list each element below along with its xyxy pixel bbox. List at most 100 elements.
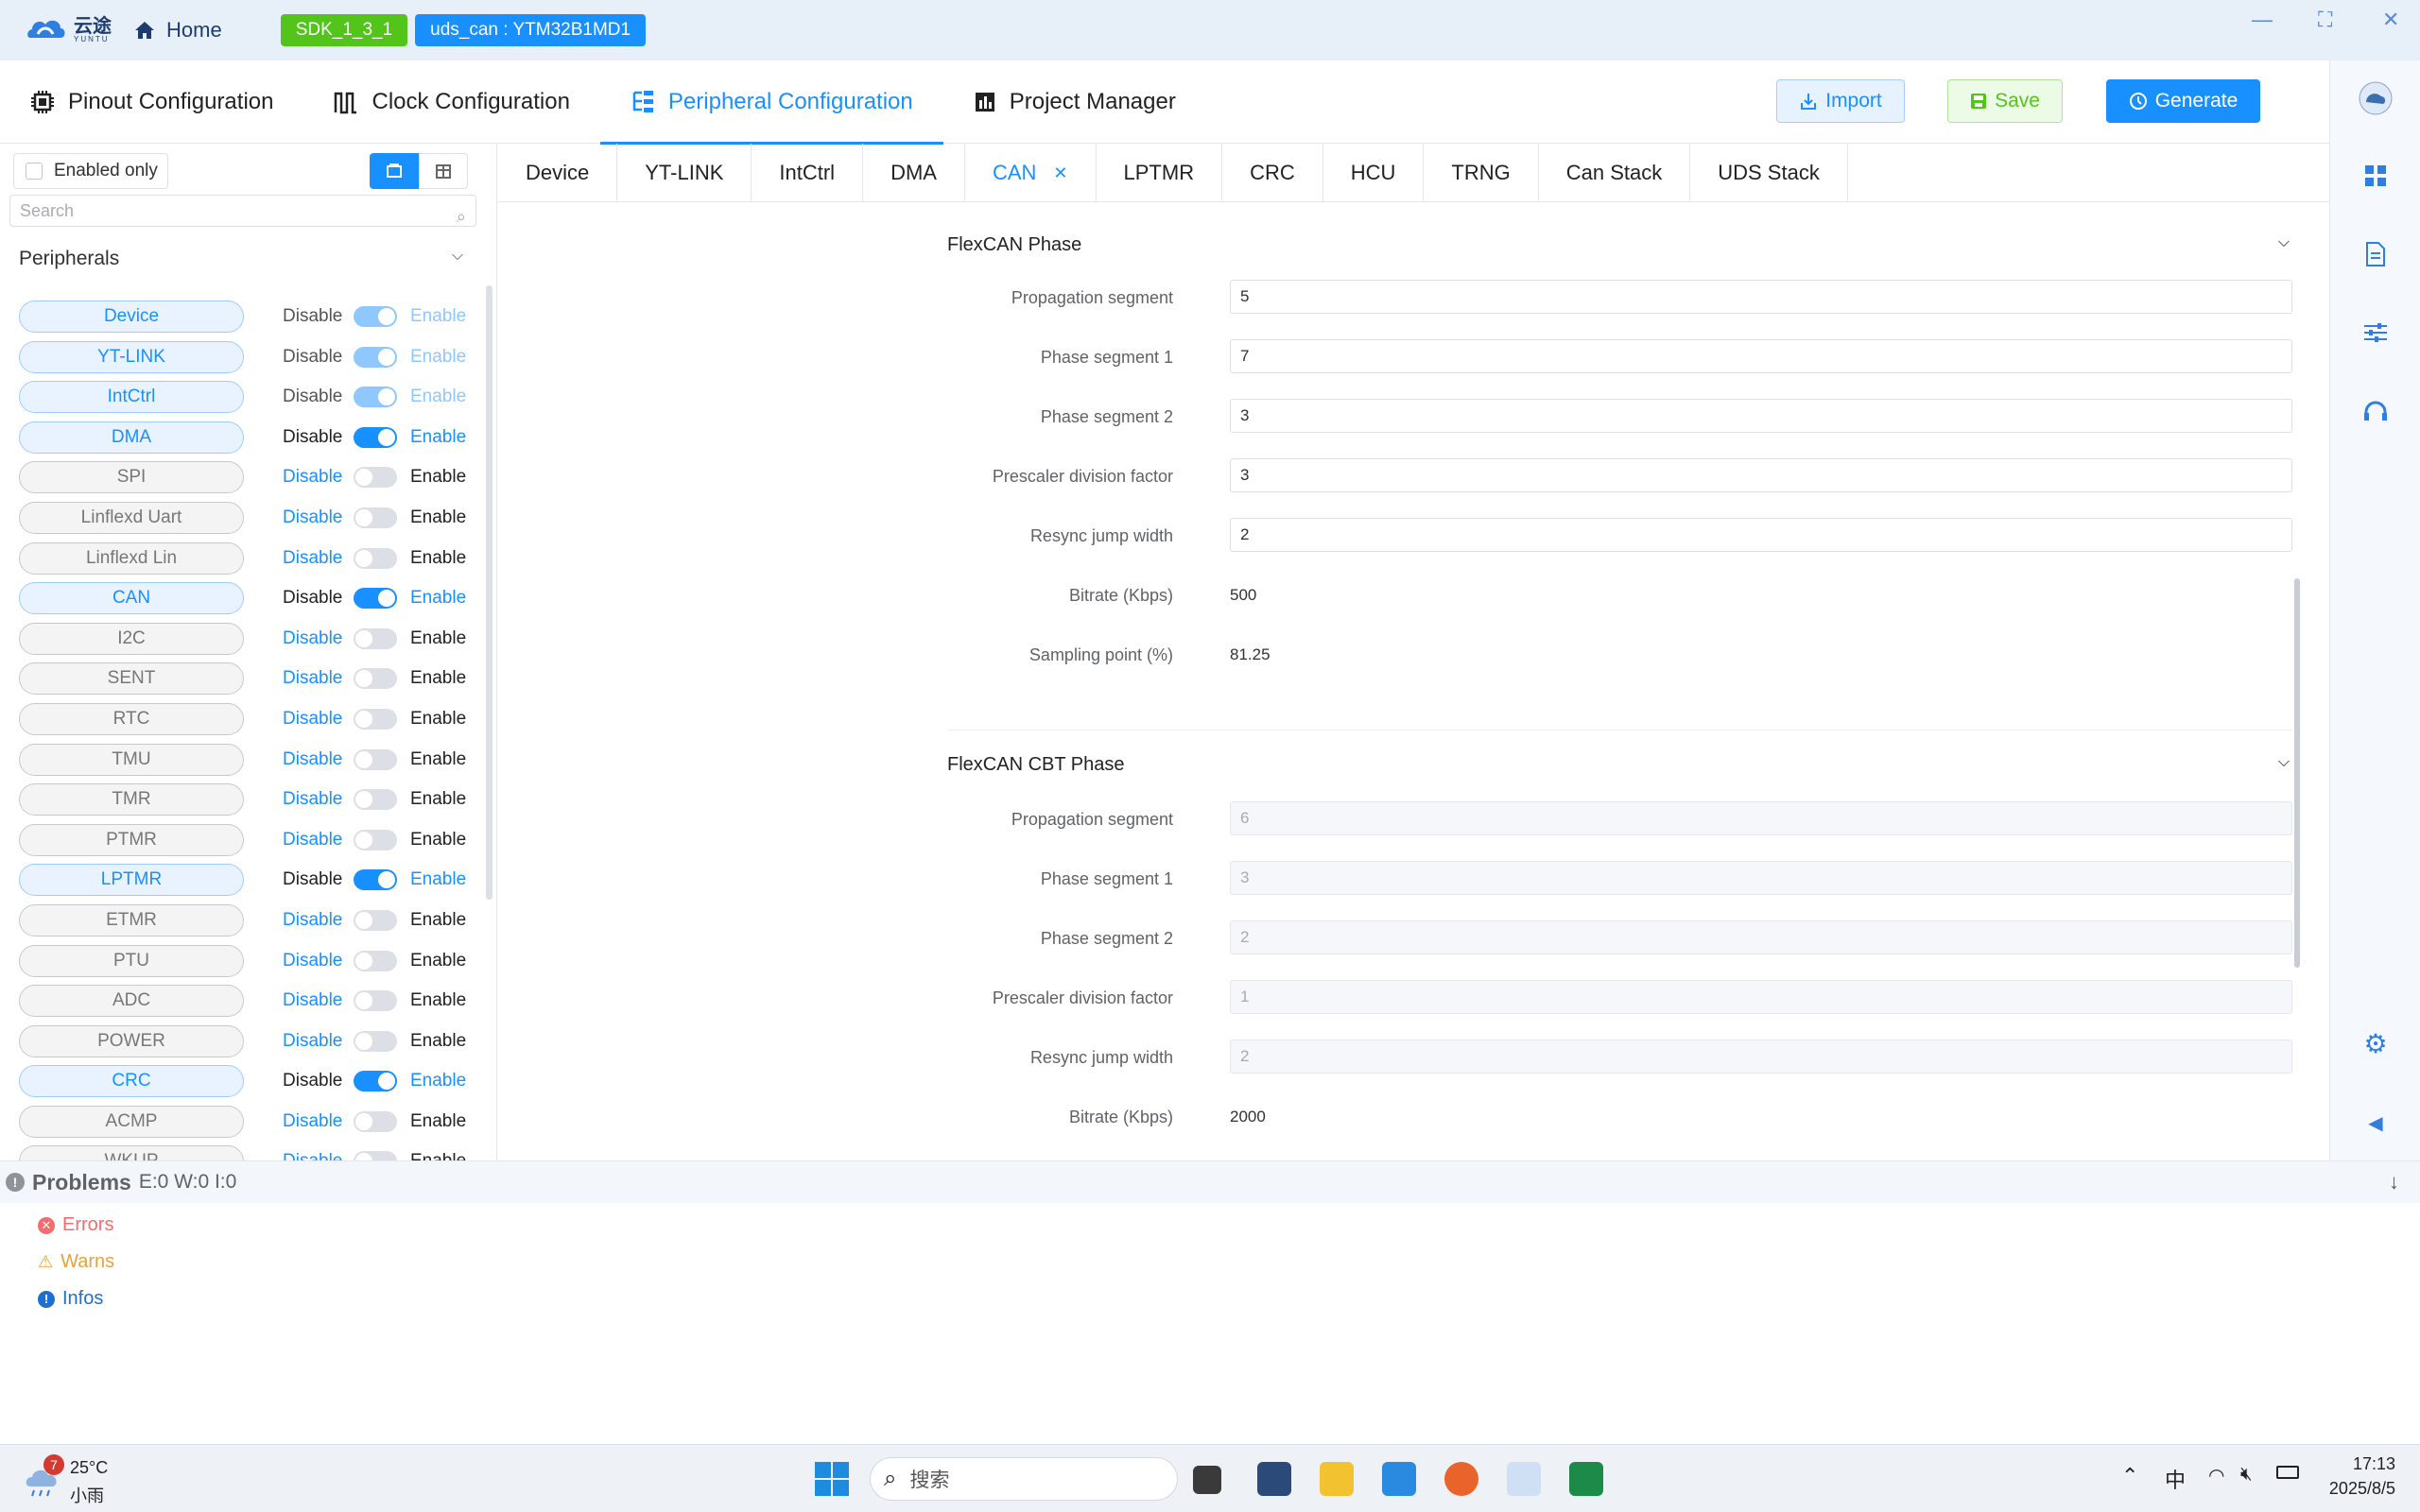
- enable-toggle[interactable]: [354, 627, 397, 649]
- search-input[interactable]: Search ⌕: [9, 195, 476, 227]
- peripheral-pill[interactable]: ACMP: [19, 1105, 244, 1138]
- enable-label[interactable]: Enable: [410, 749, 466, 770]
- minimize-icon[interactable]: —: [2252, 8, 2273, 32]
- disable-label[interactable]: Disable: [283, 306, 342, 327]
- tab-peripheral-configuration[interactable]: Peripheral Configuration: [599, 60, 943, 145]
- enable-toggle[interactable]: [354, 1071, 397, 1092]
- enable-toggle[interactable]: [354, 1151, 397, 1160]
- flexcan-phase-header[interactable]: FlexCAN Phase ⌵: [947, 234, 2290, 256]
- disable-label[interactable]: Disable: [283, 990, 342, 1011]
- disable-label[interactable]: Disable: [283, 387, 342, 407]
- enable-toggle[interactable]: [354, 789, 397, 811]
- disable-label[interactable]: Disable: [283, 668, 342, 689]
- close-window-icon[interactable]: ✕: [2382, 8, 2399, 32]
- peripheral-pill[interactable]: ETMR: [19, 903, 244, 936]
- battery-icon[interactable]: [2276, 1466, 2299, 1479]
- field-input[interactable]: 7: [1230, 339, 2292, 373]
- yuntu-app-icon[interactable]: [1507, 1462, 1541, 1496]
- disable-label[interactable]: Disable: [283, 548, 342, 569]
- support-headset-icon[interactable]: [2330, 401, 2420, 423]
- peripheral-tab[interactable]: DMA: [863, 144, 965, 202]
- disable-label[interactable]: Disable: [283, 951, 342, 971]
- disable-label[interactable]: Disable: [283, 427, 342, 448]
- enable-toggle[interactable]: [354, 346, 397, 368]
- start-button[interactable]: [815, 1462, 849, 1496]
- close-tab-icon[interactable]: ✕: [1053, 163, 1067, 183]
- peripheral-pill[interactable]: PTMR: [19, 823, 244, 856]
- enable-toggle[interactable]: [354, 306, 397, 327]
- disable-label[interactable]: Disable: [283, 628, 342, 649]
- peripheral-pill[interactable]: SPI: [19, 461, 244, 494]
- wifi-icon[interactable]: ◠: [2208, 1464, 2224, 1487]
- peripheral-tab[interactable]: Device: [498, 144, 618, 202]
- ime-indicator[interactable]: 中: [2165, 1464, 2186, 1494]
- disable-label[interactable]: Disable: [283, 1071, 342, 1091]
- peripheral-pill[interactable]: DMA: [19, 421, 244, 454]
- enable-label[interactable]: Enable: [410, 709, 466, 730]
- disable-label[interactable]: Disable: [283, 467, 342, 488]
- arrow-down-icon[interactable]: ↓: [2389, 1170, 2399, 1194]
- main-scrollbar[interactable]: [2294, 578, 2300, 968]
- enable-label[interactable]: Enable: [410, 668, 466, 689]
- infos-item[interactable]: ! Infos: [38, 1288, 103, 1310]
- disable-label[interactable]: Disable: [283, 789, 342, 810]
- enable-toggle[interactable]: [354, 588, 397, 610]
- enable-toggle[interactable]: [354, 748, 397, 770]
- enable-label[interactable]: Enable: [410, 789, 466, 810]
- enable-toggle[interactable]: [354, 990, 397, 1012]
- peripheral-tab[interactable]: HCU: [1323, 144, 1425, 202]
- enable-toggle[interactable]: [354, 1110, 397, 1132]
- peripheral-pill[interactable]: Linflexd Uart: [19, 501, 244, 534]
- enable-label[interactable]: Enable: [410, 990, 466, 1011]
- peripheral-tab[interactable]: YT-LINK: [617, 144, 752, 202]
- peripheral-pill[interactable]: I2C: [19, 622, 244, 655]
- peripheral-pill[interactable]: Device: [19, 301, 244, 333]
- firefox-icon[interactable]: [1444, 1462, 1478, 1496]
- category-view-button[interactable]: [419, 153, 468, 189]
- list-view-button[interactable]: [370, 153, 419, 189]
- enable-label[interactable]: Enable: [410, 628, 466, 649]
- tab-project-manager[interactable]: Project Manager: [943, 60, 1206, 144]
- enable-label[interactable]: Enable: [410, 347, 466, 368]
- peripheral-tab[interactable]: UDS Stack: [1690, 144, 1848, 202]
- peripheral-pill[interactable]: TMU: [19, 743, 244, 776]
- peripheral-pill[interactable]: PTU: [19, 944, 244, 977]
- enable-label[interactable]: Enable: [410, 306, 466, 327]
- enable-label[interactable]: Enable: [410, 869, 466, 890]
- warns-item[interactable]: ⚠ Warns: [38, 1251, 114, 1273]
- enable-label[interactable]: Enable: [410, 387, 466, 407]
- peripherals-header[interactable]: Peripherals ⌵: [19, 248, 463, 270]
- green-app-icon[interactable]: [1569, 1462, 1603, 1496]
- maximize-icon[interactable]: ⛶: [2318, 8, 2332, 32]
- enable-label[interactable]: Enable: [410, 548, 466, 569]
- peripheral-pill[interactable]: Linflexd Lin: [19, 541, 244, 575]
- clock-date[interactable]: 2025/8/5: [2305, 1479, 2395, 1499]
- enable-label[interactable]: Enable: [410, 1071, 466, 1091]
- problems-header[interactable]: ! Problems E:0 W:0 I:0 ↓: [0, 1161, 2420, 1203]
- collapse-left-icon[interactable]: ◀: [2330, 1111, 2420, 1135]
- left-scrollbar[interactable]: [486, 285, 493, 900]
- generate-button[interactable]: Generate: [2106, 79, 2260, 123]
- disable-label[interactable]: Disable: [283, 709, 342, 730]
- peripheral-pill[interactable]: LPTMR: [19, 864, 244, 897]
- clock-time[interactable]: 17:13: [2346, 1454, 2395, 1474]
- peripheral-pill[interactable]: WKUP: [19, 1145, 244, 1160]
- enable-toggle[interactable]: [354, 467, 397, 489]
- peripheral-pill[interactable]: POWER: [19, 1024, 244, 1057]
- weather-widget[interactable]: 7 25°C 小雨: [25, 1452, 129, 1505]
- enable-label[interactable]: Enable: [410, 467, 466, 488]
- peripheral-tab[interactable]: IntCtrl: [752, 144, 864, 202]
- enable-toggle[interactable]: [354, 829, 397, 850]
- enable-label[interactable]: Enable: [410, 588, 466, 609]
- enabled-only-checkbox[interactable]: Enabled only: [13, 153, 168, 189]
- field-input[interactable]: 5: [1230, 280, 2292, 314]
- disable-label[interactable]: Disable: [283, 910, 342, 931]
- field-input[interactable]: 3: [1230, 458, 2292, 492]
- peripheral-tab[interactable]: CRC: [1222, 144, 1323, 202]
- enable-label[interactable]: Enable: [410, 1031, 466, 1052]
- peripheral-pill[interactable]: ADC: [19, 985, 244, 1018]
- chevron-up-icon[interactable]: ⌃: [2121, 1464, 2138, 1488]
- avatar[interactable]: [2330, 81, 2420, 115]
- enable-toggle[interactable]: [354, 869, 397, 891]
- enable-toggle[interactable]: [354, 507, 397, 528]
